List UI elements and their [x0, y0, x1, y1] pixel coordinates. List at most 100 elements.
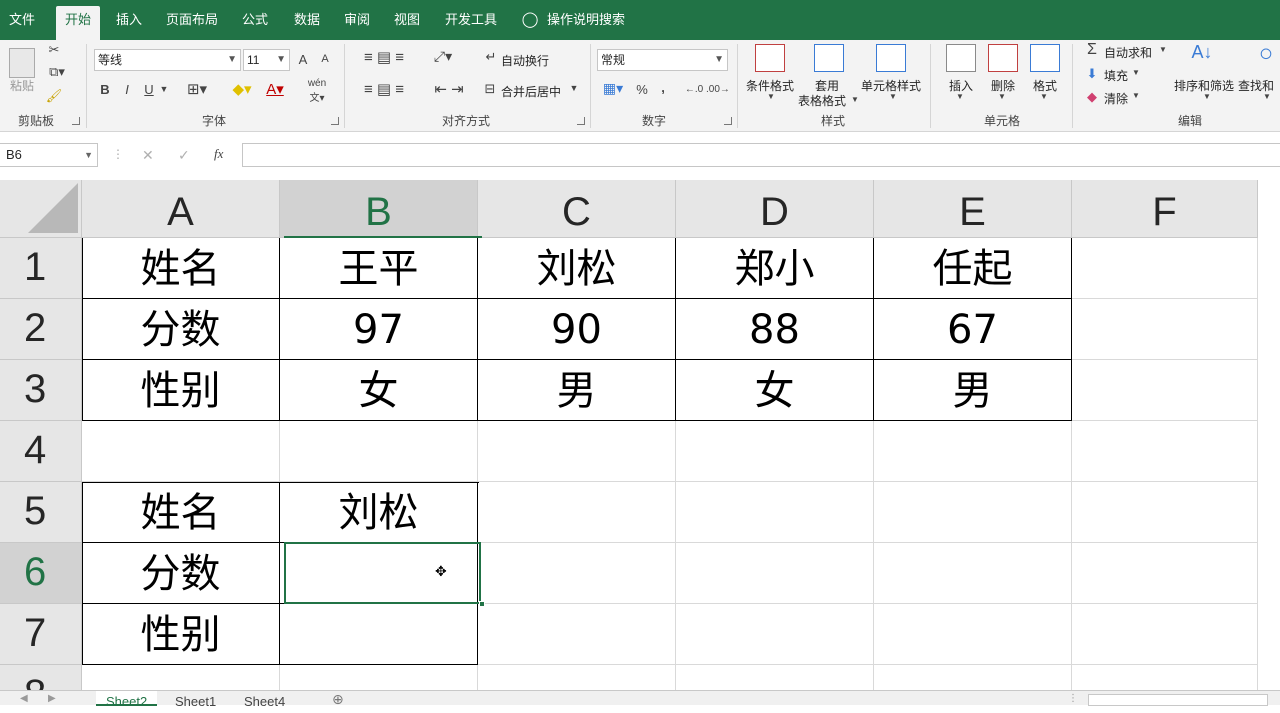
tab-developer[interactable]: 开发工具 — [440, 0, 502, 40]
grow-font-icon[interactable]: A — [296, 52, 310, 67]
row-header-1[interactable]: 1 — [0, 238, 82, 299]
wrap-text-button[interactable]: 自动换行 — [501, 52, 549, 69]
cell-b8[interactable] — [280, 665, 478, 690]
formula-input[interactable] — [242, 143, 1280, 167]
cell-a1[interactable]: 姓名 — [82, 238, 280, 299]
sheet-tab-sheet1[interactable]: Sheet1 — [165, 691, 226, 709]
phonetic-guide-icon[interactable]: wén 文▾ — [302, 78, 332, 104]
cell-d5[interactable] — [676, 482, 874, 543]
row-header-5[interactable]: 5 — [0, 482, 82, 543]
cell-c3[interactable]: 男 — [478, 360, 676, 421]
cell-c8[interactable] — [478, 665, 676, 690]
tab-insert[interactable]: 插入 — [108, 0, 150, 40]
cell-d7[interactable] — [676, 604, 874, 665]
cell-e4[interactable] — [874, 421, 1072, 482]
cell-d6[interactable] — [676, 543, 874, 604]
column-header-e[interactable]: E — [874, 180, 1072, 238]
enter-icon[interactable]: ✓ — [178, 147, 190, 164]
cell-c4[interactable] — [478, 421, 676, 482]
chevron-down-icon[interactable]: ▼ — [84, 144, 93, 166]
insert-function-icon[interactable]: fx — [214, 146, 223, 162]
row-header-7[interactable]: 7 — [0, 604, 82, 665]
row-header-6[interactable]: 6 — [0, 543, 82, 604]
tab-formulas[interactable]: 公式 — [234, 0, 276, 40]
column-header-b[interactable]: B — [280, 180, 478, 238]
format-cells-icon[interactable] — [1030, 44, 1060, 72]
percent-style-button[interactable]: % — [634, 82, 650, 97]
sort-filter-icon[interactable]: A↓ — [1186, 42, 1218, 63]
number-launcher-icon[interactable] — [724, 117, 732, 125]
copy-icon[interactable]: ⧉▾ — [44, 64, 70, 80]
fill-handle[interactable] — [479, 601, 485, 607]
cell-c1[interactable]: 刘松 — [478, 238, 676, 299]
font-color-icon[interactable]: A▾ — [260, 80, 290, 98]
cell-e5[interactable] — [874, 482, 1072, 543]
cell-a8[interactable] — [82, 665, 280, 690]
tab-home[interactable]: 开始 — [56, 6, 100, 40]
fill-color-icon[interactable]: ◆▾ — [226, 80, 258, 98]
cell-styles-icon[interactable] — [876, 44, 906, 72]
cell-c5[interactable] — [478, 482, 676, 543]
row-header-3[interactable]: 3 — [0, 360, 82, 421]
paste-icon[interactable] — [9, 48, 35, 78]
clipboard-launcher-icon[interactable] — [72, 117, 80, 125]
cell-d4[interactable] — [676, 421, 874, 482]
add-sheet-icon[interactable]: ⊕ — [332, 691, 344, 708]
insert-cells-icon[interactable] — [946, 44, 976, 72]
cell-c2[interactable]: 90 — [478, 299, 676, 360]
format-as-table-icon[interactable] — [814, 44, 844, 72]
tab-review[interactable]: 审阅 — [336, 0, 378, 40]
chevron-down-icon[interactable]: ▼ — [569, 83, 579, 93]
orientation-icon[interactable]: ⤢▾ — [428, 48, 458, 65]
format-as-table-button[interactable]: 表格格式 — [798, 92, 846, 109]
cell-e2[interactable]: 67 — [874, 299, 1072, 360]
cell-c6[interactable] — [478, 543, 676, 604]
underline-button[interactable]: U — [142, 82, 156, 97]
accounting-format-icon[interactable]: ▦▾ — [598, 80, 628, 97]
cell-f2[interactable] — [1072, 299, 1258, 360]
tell-me-search[interactable]: 操作说明搜索 — [546, 0, 626, 40]
cell-d1[interactable]: 郑小 — [676, 238, 874, 299]
cell-a5[interactable]: 姓名 — [82, 482, 280, 543]
cell-b2[interactable]: 97 — [280, 299, 478, 360]
horizontal-align-icons[interactable]: ≡ ▤ ≡ — [352, 80, 416, 98]
cell-f6[interactable] — [1072, 543, 1258, 604]
cell-f3[interactable] — [1072, 360, 1258, 421]
cell-c7[interactable] — [478, 604, 676, 665]
cell-b4[interactable] — [280, 421, 478, 482]
bold-button[interactable]: B — [98, 82, 112, 97]
cancel-icon[interactable]: ✕ — [142, 147, 154, 164]
next-sheet-icon[interactable]: ▶ — [48, 693, 56, 704]
cell-d3[interactable]: 女 — [676, 360, 874, 421]
tab-file[interactable]: 文件 — [0, 0, 44, 40]
cell-b6[interactable] — [280, 543, 478, 604]
sheet-tab-sheet2[interactable]: Sheet2 — [96, 691, 158, 709]
prev-sheet-icon[interactable]: ◀ — [20, 693, 28, 704]
cell-b5[interactable]: 刘松 — [280, 482, 478, 543]
cell-a7[interactable]: 性别 — [82, 604, 280, 665]
cell-b7[interactable] — [280, 604, 478, 665]
cell-b3[interactable]: 女 — [280, 360, 478, 421]
cell-e3[interactable]: 男 — [874, 360, 1072, 421]
font-name-combo[interactable]: 等线 ▼ — [94, 49, 241, 71]
cell-f5[interactable] — [1072, 482, 1258, 543]
autosum-button[interactable]: 自动求和 — [1104, 44, 1152, 61]
cell-d2[interactable]: 88 — [676, 299, 874, 360]
shrink-font-icon[interactable]: A — [318, 53, 332, 65]
alignment-launcher-icon[interactable] — [577, 117, 585, 125]
cell-f4[interactable] — [1072, 421, 1258, 482]
horizontal-scrollbar[interactable] — [1088, 694, 1268, 706]
italic-button[interactable]: I — [120, 82, 134, 97]
comma-style-button[interactable]: , — [657, 80, 669, 95]
cell-a4[interactable] — [82, 421, 280, 482]
decrease-decimal-icon[interactable]: .00→ — [706, 84, 730, 95]
number-format-combo[interactable]: 常规 ▼ — [597, 49, 728, 71]
cell-e6[interactable] — [874, 543, 1072, 604]
cell-f1[interactable] — [1072, 238, 1258, 299]
cell-b1[interactable]: 王平 — [280, 238, 478, 299]
conditional-formatting-icon[interactable] — [755, 44, 785, 72]
cell-f8[interactable] — [1072, 665, 1258, 690]
column-header-c[interactable]: C — [478, 180, 676, 238]
column-header-a[interactable]: A — [82, 180, 280, 238]
format-painter-icon[interactable]: 🖌 — [44, 88, 64, 104]
